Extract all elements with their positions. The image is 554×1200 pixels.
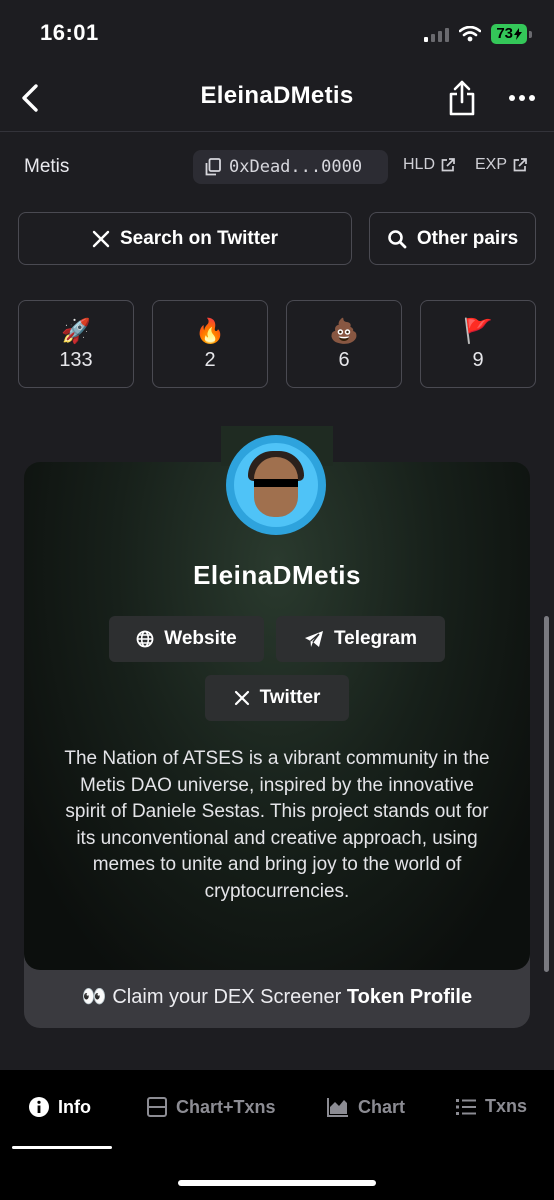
other-pairs-label: Other pairs xyxy=(416,227,519,249)
x-logo-icon xyxy=(234,690,249,706)
profile-description: The Nation of ATSES is a vibrant communi… xyxy=(64,748,490,902)
hld-label: HLD xyxy=(403,156,436,173)
profile-name: EleinaDMetis xyxy=(193,560,361,590)
reaction-fire[interactable]: 🔥 2 xyxy=(152,300,268,388)
globe-icon xyxy=(136,630,154,648)
more-dots-icon xyxy=(509,95,535,101)
tab-chart-txns-label: Chart+Txns xyxy=(176,1096,276,1117)
reaction-rocket[interactable]: 🚀 133 xyxy=(18,300,134,388)
battery-nub xyxy=(529,30,532,38)
more-options-button[interactable] xyxy=(502,84,542,112)
area-chart-icon xyxy=(327,1098,348,1117)
header-divider xyxy=(0,131,554,132)
reaction-count: 9 xyxy=(472,348,484,371)
rocket-icon: 🚀 xyxy=(61,316,91,345)
search-icon xyxy=(388,229,407,248)
reaction-count: 2 xyxy=(204,348,216,371)
tab-txns[interactable]: Txns xyxy=(455,1096,527,1117)
tab-chart-txns[interactable]: Chart+Txns xyxy=(146,1096,276,1118)
reaction-count: 6 xyxy=(338,348,350,371)
tab-info-label: Info xyxy=(58,1096,91,1117)
tab-txns-label: Txns xyxy=(485,1096,528,1116)
external-link-icon xyxy=(513,158,527,172)
twitter-button[interactable]: Twitter xyxy=(205,675,349,721)
copy-icon xyxy=(205,158,221,176)
red-flag-icon: 🚩 xyxy=(463,316,493,345)
share-button[interactable] xyxy=(444,78,480,118)
search-on-twitter-button[interactable]: Search on Twitter xyxy=(18,212,352,265)
search-on-twitter-label: Search on Twitter xyxy=(119,227,278,249)
telegram-button[interactable]: Telegram xyxy=(276,616,445,662)
list-icon xyxy=(456,1098,476,1115)
chain-name: Metis xyxy=(24,156,70,177)
external-link-icon xyxy=(441,158,455,172)
share-icon xyxy=(449,80,475,116)
twitter-label: Twitter xyxy=(259,687,321,708)
reaction-count: 133 xyxy=(59,348,93,371)
info-icon xyxy=(29,1097,49,1117)
wifi-icon xyxy=(459,26,482,42)
split-layout-icon xyxy=(147,1097,167,1117)
scrollbar[interactable] xyxy=(544,616,549,972)
reaction-poop[interactable]: 💩 6 xyxy=(286,300,402,388)
reaction-red-flag[interactable]: 🚩 9 xyxy=(420,300,536,388)
telegram-icon xyxy=(304,631,323,647)
exp-link[interactable]: EXP xyxy=(475,156,527,174)
exp-label: EXP xyxy=(475,156,508,173)
telegram-label: Telegram xyxy=(333,628,418,649)
claim-profile-text[interactable]: 👀 Claim your DEX Screener Token Profile xyxy=(24,984,530,1009)
home-indicator xyxy=(178,1180,376,1186)
claim-token-profile: Token Profile xyxy=(346,986,473,1008)
active-tab-indicator xyxy=(12,1146,112,1149)
tab-chart[interactable]: Chart xyxy=(326,1096,405,1118)
website-button[interactable]: Website xyxy=(109,616,264,662)
status-time: 16:01 xyxy=(40,20,99,45)
tab-info[interactable]: Info xyxy=(28,1096,91,1118)
battery-icon: 73 xyxy=(491,24,527,44)
avatar xyxy=(226,435,326,535)
website-label: Website xyxy=(164,628,237,649)
other-pairs-button[interactable]: Other pairs xyxy=(369,212,536,265)
battery-level: 73 xyxy=(496,25,513,42)
hld-link[interactable]: HLD xyxy=(403,156,455,174)
status-indicators: 73 xyxy=(424,24,532,44)
x-logo-icon xyxy=(92,230,110,247)
cellular-signal-icon xyxy=(424,26,450,42)
poop-icon: 💩 xyxy=(329,316,359,345)
eyes-icon: 👀 xyxy=(81,986,107,1008)
avatar-image xyxy=(234,443,318,527)
claim-prefix: Claim your DEX Screener xyxy=(112,986,342,1008)
fire-icon: 🔥 xyxy=(195,316,225,345)
copy-address-button[interactable]: 0xDead...0000 xyxy=(193,150,388,184)
tab-chart-label: Chart xyxy=(358,1096,406,1117)
token-address: 0xDead...0000 xyxy=(229,157,363,177)
